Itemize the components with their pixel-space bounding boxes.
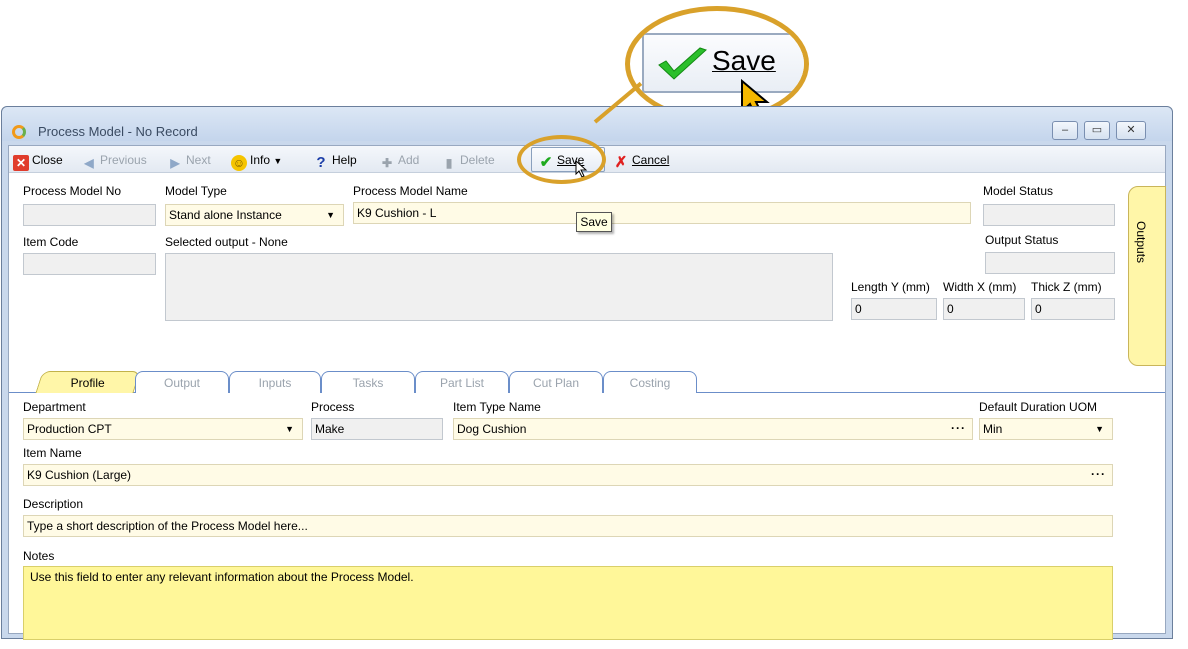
tab-part-list[interactable]: Part List [415, 371, 509, 393]
process-model-name-label: Process Model Name [353, 184, 468, 198]
model-type-select[interactable]: Stand alone Instance ▼ [165, 204, 344, 226]
selected-output-box [165, 253, 833, 321]
item-name-value: K9 Cushion (Large) [27, 468, 132, 482]
outputs-side-tab[interactable]: Outputs [1128, 186, 1166, 366]
ellipsis-icon[interactable]: ··· [1091, 465, 1106, 484]
width-field[interactable]: 0 [943, 298, 1025, 320]
outputs-side-tab-label: Outputs [1134, 221, 1148, 264]
window-title: Process Model - No Record [38, 124, 198, 139]
duration-uom-select[interactable]: Min ▼ [979, 418, 1113, 440]
add-label: Add [398, 153, 420, 167]
maximize-button[interactable]: ▭ [1084, 121, 1110, 140]
notes-field[interactable]: Use this field to enter any relevant inf… [23, 566, 1113, 640]
next-button[interactable]: ▶ Next [167, 151, 211, 170]
tab-cut-plan[interactable]: Cut Plan [509, 371, 603, 393]
zoomed-save-button: Save [642, 33, 804, 93]
output-status-label: Output Status [985, 233, 1059, 247]
process-label: Process [311, 400, 355, 414]
model-type-label: Model Type [165, 184, 227, 198]
plus-icon: ✚ [381, 156, 393, 170]
item-code-label: Item Code [23, 235, 79, 249]
department-label: Department [23, 400, 86, 414]
process-model-window: Process Model - No Record – ▭ ✕ ✕ Close ◀… [1, 106, 1173, 640]
process-model-no-field[interactable] [23, 204, 156, 226]
close-label: Close [32, 153, 63, 167]
info-label: Info [250, 153, 271, 167]
ellipsis-icon[interactable]: ··· [951, 419, 966, 438]
trash-icon: ▮ [445, 156, 453, 170]
app-logo-icon [12, 125, 26, 139]
checkmark-icon [658, 47, 707, 80]
arrow-right-icon: ▶ [170, 156, 180, 170]
item-type-label: Item Type Name [453, 400, 541, 414]
output-status-field [985, 252, 1115, 274]
info-button[interactable]: ☺ Info ▼ [231, 151, 282, 171]
length-label: Length Y (mm) [851, 280, 930, 294]
tab-output[interactable]: Output [135, 371, 229, 393]
save-zoom-callout: Save [625, 6, 809, 122]
model-type-value: Stand alone Instance [169, 208, 282, 222]
duration-uom-value: Min [983, 422, 1003, 436]
process-model-no-label: Process Model No [23, 184, 122, 198]
model-status-label: Model Status [983, 184, 1054, 198]
duration-uom-label: Default Duration UOM [979, 400, 1098, 414]
thick-field[interactable]: 0 [1031, 298, 1115, 320]
arrow-left-icon: ◀ [84, 156, 94, 170]
chevron-down-icon: ▼ [1095, 424, 1104, 434]
tab-strip: Profile Output Inputs Tasks Part List Cu… [9, 369, 1165, 393]
x-mark-icon: ✗ [614, 154, 628, 171]
next-label: Next [186, 153, 211, 167]
delete-button[interactable]: ▮ Delete [441, 151, 495, 170]
smiley-icon: ☺ [231, 155, 247, 171]
help-label: Help [332, 153, 357, 167]
selected-output-label: Selected output - None [165, 235, 288, 249]
description-label: Description [23, 497, 84, 511]
dropdown-arrow-icon[interactable]: ▼ [273, 156, 282, 166]
chevron-down-icon: ▼ [326, 210, 335, 220]
item-name-label: Item Name [23, 446, 82, 460]
notes-label: Notes [23, 549, 55, 563]
title-bar: Process Model - No Record – ▭ ✕ [2, 107, 1172, 141]
tab-tasks[interactable]: Tasks [321, 371, 415, 393]
length-field[interactable]: 0 [851, 298, 937, 320]
tab-inputs[interactable]: Inputs [229, 371, 321, 393]
department-select[interactable]: Production CPT ▼ [23, 418, 303, 440]
item-code-field[interactable] [23, 253, 156, 275]
close-icon: ✕ [13, 155, 29, 171]
zoomed-save-label: Save [712, 45, 776, 76]
question-icon: ? [316, 154, 326, 171]
delete-label: Delete [460, 153, 495, 167]
close-button[interactable]: ✕ Close [13, 151, 63, 171]
item-name-field[interactable]: K9 Cushion (Large) ··· [23, 464, 1113, 486]
width-label: Width X (mm) [943, 280, 1017, 294]
item-type-value: Dog Cushion [457, 422, 527, 436]
model-status-field [983, 204, 1115, 226]
chevron-down-icon: ▼ [285, 424, 294, 434]
tab-profile[interactable]: Profile [35, 371, 141, 393]
highlight-circle [517, 135, 606, 184]
description-field[interactable]: Type a short description of the Process … [23, 515, 1113, 537]
close-window-button[interactable]: ✕ [1116, 121, 1146, 140]
save-tooltip: Save [576, 212, 612, 232]
tab-profile-label: Profile [70, 376, 105, 390]
department-value: Production CPT [27, 422, 112, 436]
tab-costing[interactable]: Costing [603, 371, 697, 393]
cancel-button[interactable]: ✗ Cancel [613, 151, 670, 171]
previous-button[interactable]: ◀ Previous [81, 151, 147, 170]
cancel-label: Cancel [632, 153, 670, 167]
process-field: Make [311, 418, 443, 440]
thick-label: Thick Z (mm) [1031, 280, 1102, 294]
add-button[interactable]: ✚ Add [379, 151, 420, 170]
item-type-field[interactable]: Dog Cushion ··· [453, 418, 973, 440]
previous-label: Previous [100, 153, 147, 167]
minimize-button[interactable]: – [1052, 121, 1078, 140]
process-model-name-field[interactable]: K9 Cushion - L [353, 202, 971, 224]
help-button[interactable]: ? Help [313, 151, 357, 171]
